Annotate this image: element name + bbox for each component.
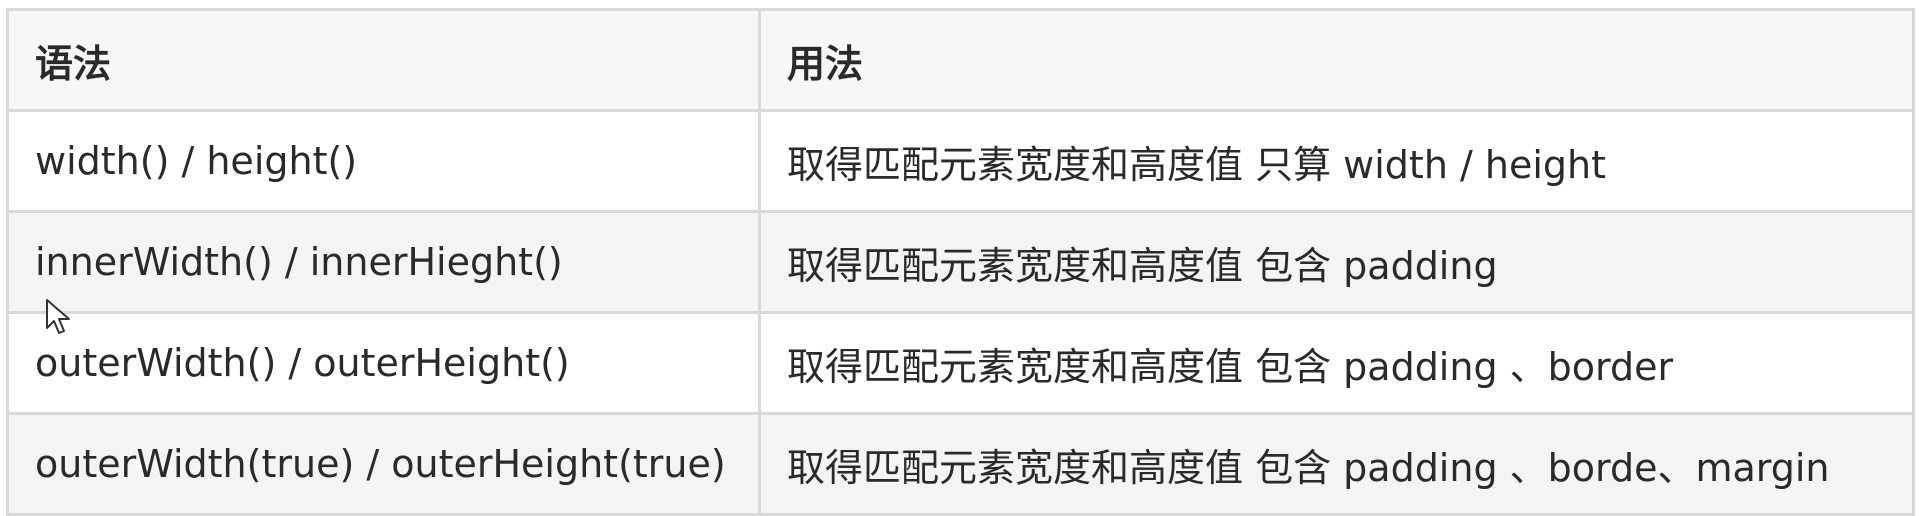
- table-header-row: 语法 用法: [6, 8, 1915, 112]
- cell-syntax: width() / height(): [6, 109, 761, 213]
- table-row: outerWidth(true) / outerHeight(true) 取得匹…: [6, 412, 1915, 516]
- table-row: innerWidth() / innerHieght() 取得匹配元素宽度和高度…: [6, 210, 1915, 314]
- header-syntax: 语法: [6, 8, 761, 112]
- cell-syntax: innerWidth() / innerHieght(): [6, 210, 761, 314]
- cell-syntax: outerWidth(true) / outerHeight(true): [6, 412, 761, 516]
- cell-usage: 取得匹配元素宽度和高度值 包含 padding 、border: [758, 311, 1915, 415]
- methods-table: 语法 用法 width() / height() 取得匹配元素宽度和高度值 只算…: [6, 8, 1915, 516]
- table-row: width() / height() 取得匹配元素宽度和高度值 只算 width…: [6, 109, 1915, 213]
- table-row: outerWidth() / outerHeight() 取得匹配元素宽度和高度…: [6, 311, 1915, 415]
- cell-syntax: outerWidth() / outerHeight(): [6, 311, 761, 415]
- mouse-pointer-icon: [46, 299, 70, 334]
- cell-usage: 取得匹配元素宽度和高度值 包含 padding 、borde、margin: [758, 412, 1915, 516]
- header-usage: 用法: [758, 8, 1915, 112]
- document-frame: 语法 用法 width() / height() 取得匹配元素宽度和高度值 只算…: [0, 0, 1920, 516]
- cell-usage: 取得匹配元素宽度和高度值 包含 padding: [758, 210, 1915, 314]
- cell-usage: 取得匹配元素宽度和高度值 只算 width / height: [758, 109, 1915, 213]
